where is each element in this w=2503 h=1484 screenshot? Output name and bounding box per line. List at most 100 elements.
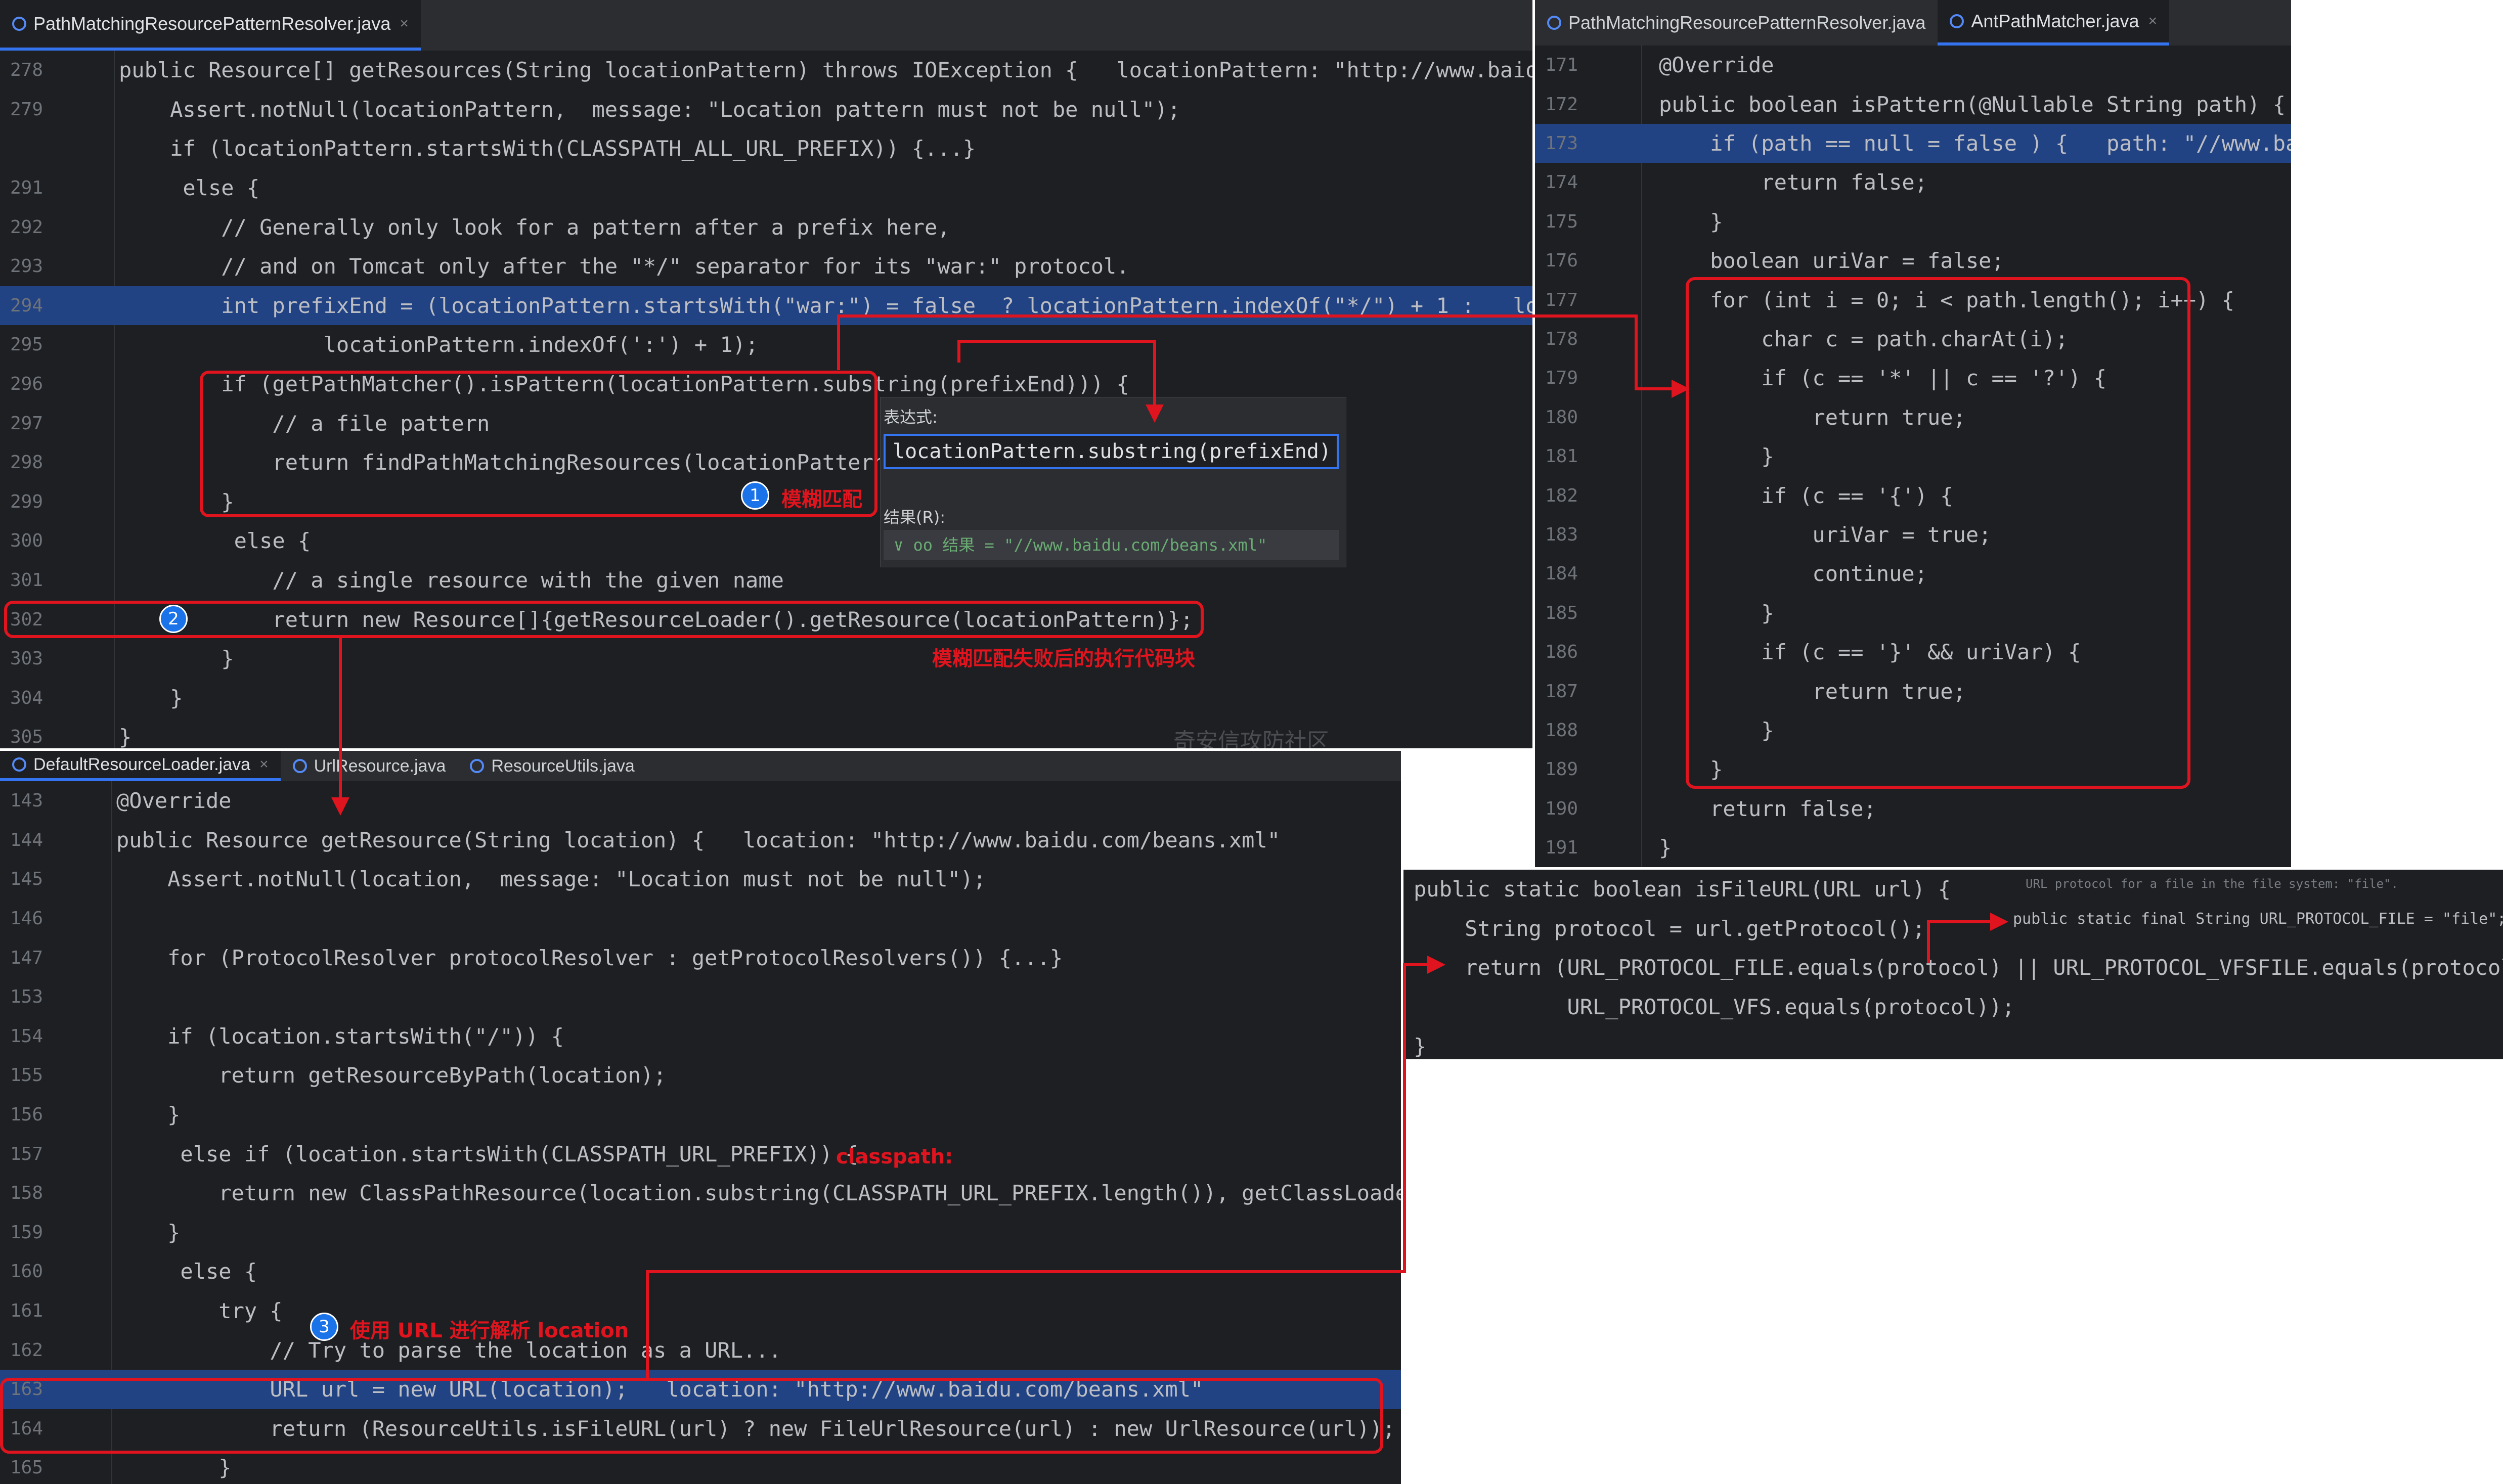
line-number: 161 xyxy=(10,1300,43,1322)
code-text: boolean uriVar = false; xyxy=(1659,248,2004,274)
code-line[interactable]: 278 public Resource[] getResources(String… xyxy=(0,51,1532,90)
code-text: } xyxy=(1659,835,1672,861)
editor-panel-resourceloader: DefaultResourceLoader.java × UrlResource… xyxy=(0,751,1401,1484)
line-number: 159 xyxy=(10,1222,43,1243)
tab-bar: PathMatchingResourcePatternResolver.java… xyxy=(1535,0,2291,46)
eval-expression-input[interactable]: locationPattern.substring(prefixEnd) xyxy=(884,434,1339,469)
line-number: 144 xyxy=(10,829,43,850)
code-line[interactable]: 147 for (ProtocolResolver protocolResolv… xyxy=(0,938,1401,977)
code-text: URL_PROTOCOL_VFS.equals(protocol)); xyxy=(1414,995,2015,1020)
line-number: 186 xyxy=(1545,642,1578,663)
code-text: } xyxy=(1414,1033,1427,1059)
code-line[interactable]: 294 int prefixEnd = (locationPattern.sta… xyxy=(0,286,1532,326)
code-text: else { xyxy=(116,1259,257,1284)
line-number: 147 xyxy=(10,947,43,968)
code-line[interactable]: } xyxy=(1403,1026,2503,1059)
close-icon[interactable]: × xyxy=(2148,13,2158,30)
code-text: public Resource[] getResources(String lo… xyxy=(119,58,1532,83)
code-line[interactable]: 155 return getResourceByPath(location); xyxy=(0,1056,1401,1095)
tab-urlresource[interactable]: UrlResource.java xyxy=(281,751,458,781)
eval-expression-label: 表达式: xyxy=(884,408,938,427)
code-text: try { xyxy=(116,1298,283,1324)
constant-declaration: public static final String URL_PROTOCOL_… xyxy=(2013,910,2503,928)
code-text: if (locationPattern.startsWith(CLASSPATH… xyxy=(119,136,976,161)
close-icon[interactable]: × xyxy=(400,15,409,32)
code-line[interactable]: 293 // and on Tomcat only after the "*/"… xyxy=(0,247,1532,286)
code-line[interactable]: 173 if (path == null = false ) { path: "… xyxy=(1535,123,2291,163)
tab-defaultresourceloader[interactable]: DefaultResourceLoader.java × xyxy=(0,751,281,781)
code-text: } xyxy=(116,1102,181,1128)
code-line[interactable]: URL_PROTOCOL_VFS.equals(protocol)); xyxy=(1403,987,2503,1027)
code-line[interactable]: 304 } xyxy=(0,679,1532,718)
code-text: return getResourceByPath(location); xyxy=(116,1063,667,1088)
tab-resolver[interactable]: PathMatchingResourcePatternResolver.java xyxy=(1535,0,1938,46)
code-line[interactable]: return (URL_PROTOCOL_FILE.equals(protoco… xyxy=(1403,948,2503,987)
code-text: if (path == null = false ) { path: "//ww… xyxy=(1710,130,2291,156)
code-line[interactable]: 158 return new ClassPathResource(locatio… xyxy=(0,1174,1401,1213)
line-number: 162 xyxy=(10,1339,43,1361)
line-number: 301 xyxy=(10,570,43,591)
line-number: 292 xyxy=(10,216,43,238)
tab-resolver[interactable]: PathMatchingResourcePatternResolver.java… xyxy=(0,0,421,51)
code-text: } xyxy=(119,685,183,710)
code-line[interactable]: 174 return false; xyxy=(1535,163,2291,202)
code-line[interactable]: 171 @Override xyxy=(1535,46,2291,84)
code-text: @Override xyxy=(116,788,232,814)
code-line[interactable]: 190 return false; xyxy=(1535,789,2291,828)
line-number: 175 xyxy=(1545,211,1578,232)
code-line[interactable]: 191} xyxy=(1535,828,2291,867)
code-text: } xyxy=(116,1220,181,1245)
code-text: locationPattern.indexOf(':') + 1); xyxy=(119,332,759,357)
step-2-badge: 2 xyxy=(159,605,188,633)
editor-panel-resourceutils: public static boolean isFileURL(URL url)… xyxy=(1403,870,2503,1059)
annot-fuzzy-match: 模糊匹配 xyxy=(781,488,862,511)
code-line[interactable]: 153 xyxy=(0,977,1401,1017)
code-text: else { xyxy=(119,175,260,201)
code-line[interactable]: 154 if (location.startsWith("/")) { xyxy=(0,1017,1401,1056)
code-line[interactable]: 156 } xyxy=(0,1095,1401,1135)
code-line[interactable]: 172 public boolean isPattern(@Nullable St… xyxy=(1535,84,2291,123)
close-icon[interactable]: × xyxy=(259,756,269,773)
line-number: 158 xyxy=(10,1183,43,1204)
watermark: 奇安信攻防社区 xyxy=(1173,729,1329,748)
tab-resourceutils[interactable]: ResourceUtils.java xyxy=(458,751,646,781)
code-text: for (ProtocolResolver protocolResolver :… xyxy=(116,945,1063,970)
line-number: 145 xyxy=(10,869,43,890)
line-number: 305 xyxy=(10,727,43,748)
line-number: 146 xyxy=(10,908,43,929)
line-number: 278 xyxy=(10,60,43,81)
line-number: 180 xyxy=(1545,407,1578,428)
line-number: 187 xyxy=(1545,681,1578,702)
code-text: else { xyxy=(119,528,311,554)
line-number: 279 xyxy=(10,99,43,120)
code-line[interactable]: 146 xyxy=(0,899,1401,938)
code-text: return (URL_PROTOCOL_FILE.equals(protoco… xyxy=(1414,955,2503,980)
line-number: 181 xyxy=(1545,446,1578,467)
code-line[interactable]: 159 } xyxy=(0,1213,1401,1252)
annot-fallback: 模糊匹配失败后的执行代码块 xyxy=(932,647,1195,670)
code-line[interactable]: if (locationPattern.startsWith(CLASSPATH… xyxy=(0,129,1532,168)
code-line[interactable]: 292 // Generally only look for a pattern… xyxy=(0,207,1532,247)
code-line[interactable]: 291 else { xyxy=(0,168,1532,208)
code-line[interactable]: 176 boolean uriVar = false; xyxy=(1535,241,2291,280)
code-line[interactable]: 144 public Resource getResource(String lo… xyxy=(0,821,1401,860)
line-number: 154 xyxy=(10,1025,43,1047)
code-text: Assert.notNull(locationPattern, message:… xyxy=(119,97,1180,122)
code-line[interactable]: 162 // Try to parse the location as a UR… xyxy=(0,1330,1401,1370)
code-line[interactable]: 295 locationPattern.indexOf(':') + 1); xyxy=(0,325,1532,365)
eval-result-row[interactable]: ∨ oo 结果 = "//www.baidu.com/beans.xml" xyxy=(884,530,1339,560)
code-line[interactable]: 161 try { xyxy=(0,1291,1401,1331)
java-class-icon xyxy=(470,759,485,773)
line-number: 298 xyxy=(10,452,43,473)
code-line[interactable]: 157 else if (location.startsWith(CLASSPA… xyxy=(0,1134,1401,1174)
code-line[interactable]: 145 Assert.notNull(location, message: "L… xyxy=(0,860,1401,899)
code-line[interactable]: 143 @Override xyxy=(0,781,1401,821)
line-number: 291 xyxy=(10,177,43,199)
line-number: 165 xyxy=(10,1457,43,1478)
line-number: 190 xyxy=(1545,798,1578,819)
code-line[interactable]: 175 } xyxy=(1535,202,2291,241)
code-line[interactable]: 279 Assert.notNull(locationPattern, mess… xyxy=(0,90,1532,129)
tab-antpathmatcher[interactable]: AntPathMatcher.java × xyxy=(1938,0,2170,46)
line-number: 184 xyxy=(1545,563,1578,584)
code-line[interactable]: 303 } xyxy=(0,639,1532,679)
